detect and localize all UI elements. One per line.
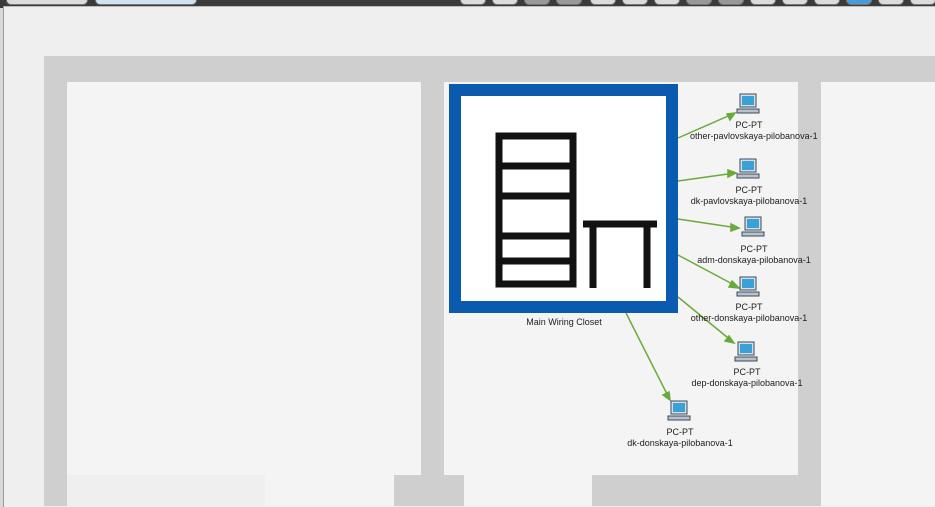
pc-icon [741, 216, 765, 237]
pc-device[interactable] [664, 400, 694, 422]
pc-icon [667, 400, 691, 421]
pc-icon [734, 341, 758, 362]
link-line[interactable] [677, 218, 739, 229]
device-name: dk-pavlovskaya-pilobanova-1 [690, 196, 808, 206]
device-name: dk-donskaya-pilobanova-1 [627, 438, 733, 448]
device-name: other-pavlovskaya-pilobanova-1 [690, 131, 818, 141]
device-type: PC-PT [735, 302, 763, 312]
device-type: PC-PT [735, 185, 763, 195]
device-type: PC-PT [735, 120, 763, 130]
pc-device[interactable] [731, 341, 761, 363]
device-type: PC-PT [733, 367, 761, 377]
rack-and-table-icon [495, 132, 657, 288]
closet-label: Main Wiring Closet [526, 317, 602, 327]
link-line[interactable] [677, 172, 736, 182]
pc-icon [736, 158, 760, 179]
device-name: dep-donskaya-pilobanova-1 [691, 378, 803, 388]
device-type: PC-PT [740, 244, 768, 254]
link-line[interactable] [625, 312, 670, 399]
device-name: other-donskaya-pilobanova-1 [690, 313, 808, 323]
pc-device[interactable] [738, 216, 768, 238]
pc-device[interactable] [733, 158, 763, 180]
device-type: PC-PT [666, 427, 694, 437]
pc-icon [736, 93, 760, 114]
device-name: adm-donskaya-pilobanova-1 [697, 255, 811, 265]
pc-icon [736, 276, 760, 297]
pc-device[interactable] [733, 276, 763, 298]
main-wiring-closet[interactable] [449, 84, 678, 313]
pc-device[interactable] [733, 93, 763, 115]
closet-icon [461, 96, 666, 301]
